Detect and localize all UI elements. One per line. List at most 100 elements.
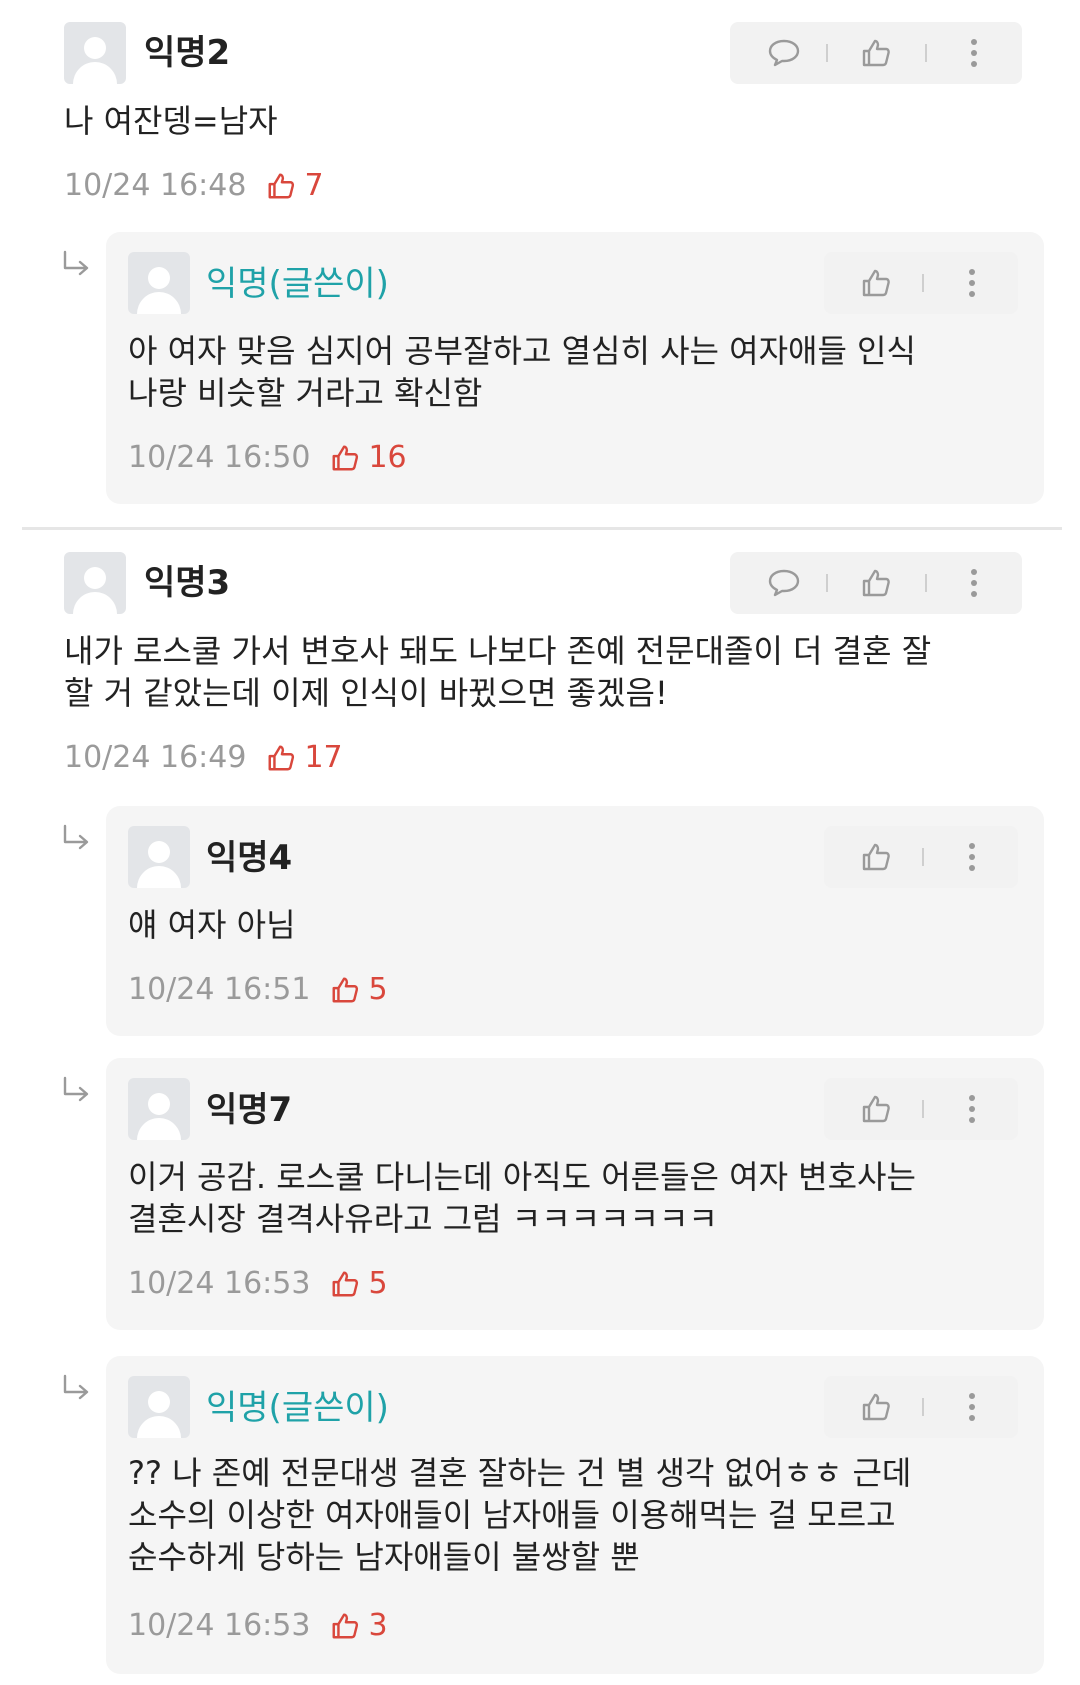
comment-text: ?? 나 존예 전문대생 결혼 잘하는 건 별 생각 없어ㅎㅎ 근데 소수의 이… (128, 1454, 912, 1576)
comment-text: 얘 여자 아님 (128, 906, 296, 944)
avatar[interactable] (64, 552, 126, 614)
like-count-value: 17 (304, 740, 343, 775)
reply-arrow-icon (63, 250, 89, 276)
comment-author: 익명3 (144, 563, 231, 603)
vertical-dots-icon (969, 1393, 975, 1421)
divider (925, 44, 927, 62)
more-button[interactable] (944, 22, 1004, 84)
like-count-value: 7 (304, 168, 324, 203)
comment-actions (730, 552, 1022, 614)
vertical-dots-icon (969, 843, 975, 871)
reply-button[interactable] (754, 22, 814, 84)
avatar[interactable] (128, 252, 190, 314)
comment-author: 익명(글쓴이) (206, 1388, 389, 1428)
reply: 익명4 얘 여자 아님 10/24 16:51 5 (106, 806, 1044, 1036)
comment-text: 이거 공감. 로스쿨 다니는데 아직도 어른들은 여자 변호사는 결혼시장 결격… (128, 1158, 916, 1238)
divider (922, 1100, 924, 1118)
thumbs-up-icon (268, 173, 295, 199)
comment-meta: 10/24 16:50 16 (128, 440, 407, 476)
timestamp: 10/24 16:50 (128, 440, 311, 475)
thumbs-up-icon (862, 843, 890, 871)
thumbs-up-icon (862, 1095, 890, 1123)
divider (922, 1398, 924, 1416)
thumbs-up-icon (862, 1393, 890, 1421)
like-count: 5 (330, 1266, 388, 1302)
like-button[interactable] (846, 1376, 906, 1438)
comment-author: 익명4 (206, 838, 293, 878)
like-count: 5 (330, 972, 388, 1008)
thumbs-up-icon (332, 1271, 359, 1297)
more-button[interactable] (942, 1078, 1002, 1140)
comment-author: 익명7 (206, 1090, 293, 1130)
timestamp: 10/24 16:51 (128, 972, 311, 1007)
comment-meta: 10/24 16:53 5 (128, 1266, 388, 1302)
avatar[interactable] (128, 1376, 190, 1438)
thumbs-up-icon (268, 745, 295, 771)
comment: 익명2 나 여잔뎅=남자 10/24 16:48 7 (0, 0, 1080, 220)
comment-meta: 10/24 16:49 17 (64, 740, 343, 776)
comment-actions (824, 826, 1018, 888)
like-button[interactable] (846, 252, 906, 314)
reply: 익명(글쓴이) ?? 나 존예 전문대생 결혼 잘하는 건 별 생각 없어ㅎㅎ … (106, 1356, 1044, 1674)
like-button[interactable] (846, 1078, 906, 1140)
avatar[interactable] (128, 826, 190, 888)
like-button[interactable] (846, 826, 906, 888)
vertical-dots-icon (969, 269, 975, 297)
reply-button[interactable] (754, 552, 814, 614)
comment-text: 나 여잔뎅=남자 (64, 102, 278, 140)
comment-author: 익명(글쓴이) (206, 264, 389, 304)
like-button[interactable] (846, 552, 906, 614)
comment-author: 익명2 (144, 33, 231, 73)
avatar[interactable] (128, 1078, 190, 1140)
speech-bubble-icon (768, 569, 800, 597)
thumbs-up-icon (862, 569, 890, 597)
divider (826, 574, 828, 592)
reply: 익명(글쓴이) 아 여자 맞음 심지어 공부잘하고 열심히 사는 여자애들 인식… (106, 232, 1044, 504)
reply-arrow-icon (63, 1374, 89, 1400)
comment-actions (824, 252, 1018, 314)
like-count-value: 16 (368, 440, 407, 475)
more-button[interactable] (942, 252, 1002, 314)
comment: 익명3 내가 로스쿨 가서 변호사 돼도 나보다 존예 전문대졸이 더 결혼 잘… (0, 530, 1080, 780)
like-count-value: 5 (368, 1266, 388, 1301)
speech-bubble-icon (768, 39, 800, 67)
more-button[interactable] (942, 1376, 1002, 1438)
like-count-value: 5 (368, 972, 388, 1007)
comment-meta: 10/24 16:51 5 (128, 972, 388, 1008)
comment-actions (730, 22, 1022, 84)
reply: 익명7 이거 공감. 로스쿨 다니는데 아직도 어른들은 여자 변호사는 결혼시… (106, 1058, 1044, 1330)
thumbs-up-icon (332, 1613, 359, 1639)
like-count-value: 3 (368, 1608, 388, 1643)
reply-arrow-icon (63, 824, 89, 850)
thumbs-up-icon (332, 977, 359, 1003)
avatar[interactable] (64, 22, 126, 84)
comment-meta: 10/24 16:53 3 (128, 1608, 388, 1644)
timestamp: 10/24 16:48 (64, 168, 247, 203)
comment-text: 내가 로스쿨 가서 변호사 돼도 나보다 존예 전문대졸이 더 결혼 잘 할 거… (64, 632, 932, 712)
like-count: 3 (330, 1608, 388, 1644)
vertical-dots-icon (971, 569, 977, 597)
comment-text: 아 여자 맞음 심지어 공부잘하고 열심히 사는 여자애들 인식 나랑 비슷할 … (128, 332, 916, 412)
vertical-dots-icon (971, 39, 977, 67)
comment-actions (824, 1376, 1018, 1438)
timestamp: 10/24 16:49 (64, 740, 247, 775)
divider (826, 44, 828, 62)
timestamp: 10/24 16:53 (128, 1266, 311, 1301)
like-count: 7 (266, 168, 324, 204)
thumbs-up-icon (862, 269, 890, 297)
more-button[interactable] (944, 552, 1004, 614)
comment-actions (824, 1078, 1018, 1140)
thumbs-up-icon (862, 39, 890, 67)
reply-arrow-icon (63, 1076, 89, 1102)
more-button[interactable] (942, 826, 1002, 888)
timestamp: 10/24 16:53 (128, 1608, 311, 1643)
vertical-dots-icon (969, 1095, 975, 1123)
divider (922, 274, 924, 292)
divider (922, 848, 924, 866)
like-button[interactable] (846, 22, 906, 84)
like-count: 16 (330, 440, 407, 476)
divider (925, 574, 927, 592)
comment-meta: 10/24 16:48 7 (64, 168, 324, 204)
like-count: 17 (266, 740, 343, 776)
thumbs-up-icon (332, 445, 359, 471)
